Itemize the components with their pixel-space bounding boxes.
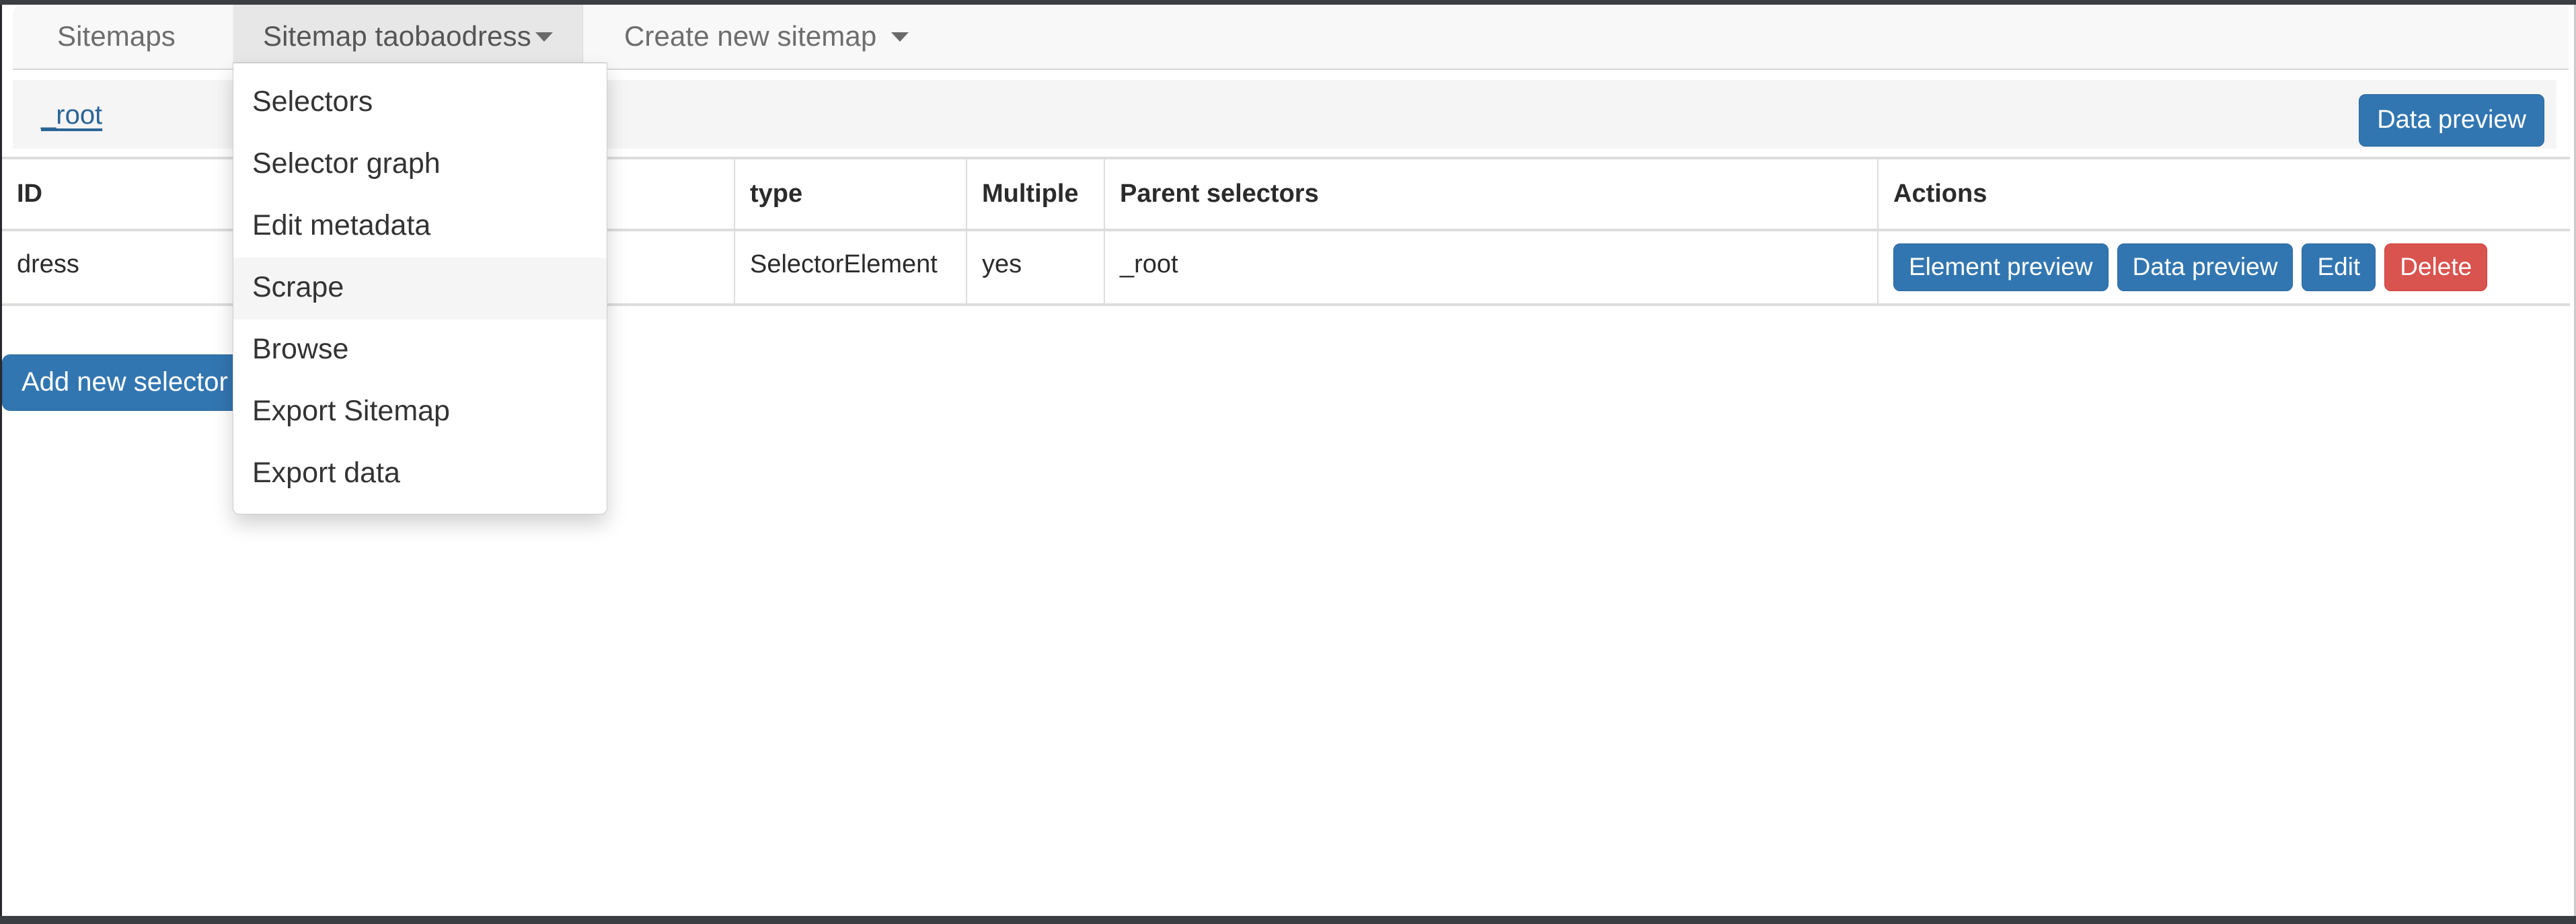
tab-sitemap-taobaodress-label: Sitemap taobaodress [263, 20, 531, 52]
menu-item-selector-graph[interactable]: Selector graph [233, 134, 607, 196]
element-preview-button[interactable]: Element preview [1893, 243, 2109, 291]
column-header-actions: Actions [1893, 180, 1987, 208]
column-header-type: type [735, 159, 967, 229]
menu-item-selectors[interactable]: Selectors [233, 72, 607, 134]
add-new-selector-container: Add new selector [2, 354, 248, 411]
menu-item-browse[interactable]: Browse [233, 319, 607, 381]
tab-sitemaps-label: Sitemaps [57, 20, 176, 52]
menu-item-export-data[interactable]: Export data [233, 443, 607, 505]
chevron-down-icon [535, 32, 553, 42]
tab-create-new-sitemap-label: Create new sitemap [624, 20, 877, 52]
cell-actions: Element preview Data preview Edit Delete [1879, 231, 2570, 303]
tab-create-new-sitemap[interactable]: Create new sitemap [595, 5, 938, 70]
sitemap-tabbar: Sitemaps Sitemap taobaodress Create new … [13, 5, 2569, 70]
menu-item-edit-metadata[interactable]: Edit metadata [233, 196, 607, 258]
column-header-multiple: Multiple [967, 159, 1105, 229]
breadcrumb-root-link[interactable]: _root [41, 100, 102, 130]
tab-sitemaps[interactable]: Sitemaps [28, 5, 205, 70]
window-chrome-bottom [0, 916, 2576, 924]
data-preview-button[interactable]: Data preview [2359, 94, 2544, 147]
cell-type: SelectorElement [735, 231, 967, 303]
chevron-down-icon [891, 32, 909, 42]
add-new-selector-button[interactable]: Add new selector [2, 354, 248, 411]
application-window: Sitemaps Sitemap taobaodress Create new … [0, 0, 2576, 924]
window-chrome-top [0, 0, 2576, 5]
row-data-preview-button[interactable]: Data preview [2117, 243, 2294, 291]
sitemap-dropdown-menu: Selectors Selector graph Edit metadata S… [233, 63, 607, 514]
cell-multiple: yes [967, 231, 1105, 303]
column-header-parent-selectors: Parent selectors [1105, 159, 1879, 229]
menu-item-scrape[interactable]: Scrape [233, 258, 607, 319]
edit-button[interactable]: Edit [2302, 243, 2376, 291]
cell-parent-selectors: _root [1105, 231, 1879, 303]
page-viewport: Sitemaps Sitemap taobaodress Create new … [0, 5, 2576, 916]
delete-button[interactable]: Delete [2384, 243, 2488, 291]
menu-item-export-sitemap[interactable]: Export Sitemap [233, 381, 607, 443]
tab-sitemap-taobaodress[interactable]: Sitemap taobaodress [233, 5, 583, 70]
